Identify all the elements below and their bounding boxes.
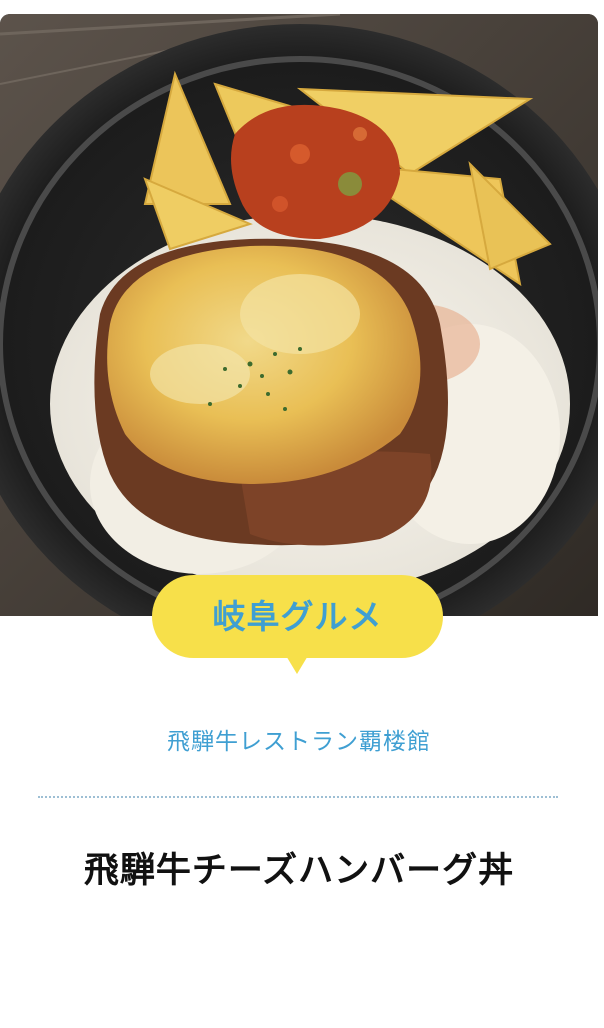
dish-title[interactable]: 飛騨牛チーズハンバーグ丼	[0, 842, 598, 893]
dotted-divider	[38, 796, 558, 798]
dish-photo[interactable]	[0, 14, 598, 616]
article-card[interactable]: 岐阜グルメ 飛騨牛レストラン覇楼館 飛騨牛チーズハンバーグ丼	[0, 0, 604, 1028]
restaurant-name[interactable]: 飛騨牛レストラン覇楼館	[0, 722, 598, 756]
speech-bubble-tail-icon	[285, 654, 309, 674]
category-badge[interactable]: 岐阜グルメ	[152, 575, 443, 658]
category-label: 岐阜グルメ	[212, 597, 383, 636]
dish-photo-illustration	[0, 14, 598, 616]
